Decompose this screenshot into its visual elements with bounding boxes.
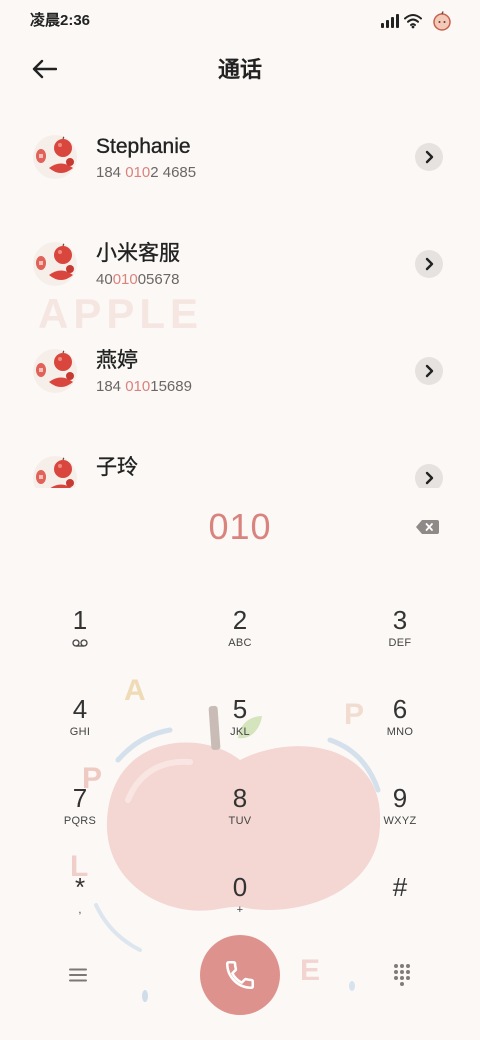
key-letters: GHI xyxy=(69,726,91,738)
key-letters: JKL xyxy=(230,726,250,738)
contact-row[interactable]: Stephanie 184 0102 4685 xyxy=(0,104,480,211)
contact-detail-button[interactable] xyxy=(415,250,443,278)
chevron-right-icon xyxy=(425,257,434,271)
avatar xyxy=(33,349,77,393)
key-6[interactable]: 6 MNO xyxy=(320,679,480,768)
avatar xyxy=(33,242,77,286)
avatar xyxy=(33,135,77,179)
number-match: 010 xyxy=(125,378,151,395)
key-digit: # xyxy=(392,872,408,902)
key-digit: 9 xyxy=(392,783,408,813)
key-hash[interactable]: # xyxy=(320,857,480,946)
dialed-number: 010 xyxy=(208,506,272,547)
number-prefix: 184 xyxy=(96,378,126,395)
key-3[interactable]: 3 DEF xyxy=(320,590,480,679)
number-match: 010 xyxy=(112,271,138,288)
key-digit: * xyxy=(74,872,86,902)
key-letters: MNO xyxy=(386,726,414,738)
key-1[interactable]: 1 xyxy=(0,590,160,679)
key-letters: ABC xyxy=(228,637,252,649)
contact-number: 4001005678 xyxy=(96,271,179,289)
contact-row[interactable]: 小米客服 4001005678 xyxy=(0,211,480,318)
voicemail-icon xyxy=(72,638,88,647)
key-digit: 5 xyxy=(232,694,248,724)
key-5[interactable]: 5 JKL xyxy=(160,679,320,768)
number-suffix: 2 4685 xyxy=(150,164,197,181)
key-digit: 8 xyxy=(232,783,248,813)
number-prefix: 40 xyxy=(96,271,113,288)
page-title: 通话 xyxy=(217,57,262,82)
key-digit: 1 xyxy=(72,605,88,635)
key-0[interactable]: 0 + xyxy=(160,857,320,946)
contact-detail-button[interactable] xyxy=(415,464,443,488)
contact-number: 184 01015689 xyxy=(96,378,192,396)
contact-number: 184 0102 4685 xyxy=(96,164,196,182)
chevron-right-icon xyxy=(425,364,434,378)
key-letters: PQRS xyxy=(63,815,97,827)
contact-detail-button[interactable] xyxy=(415,143,443,171)
avatar xyxy=(33,456,77,488)
key-letters: DEF xyxy=(388,637,412,649)
contact-name: 燕婷 xyxy=(96,349,138,372)
key-letters: , xyxy=(78,904,82,916)
key-letters: + xyxy=(236,904,244,916)
dialpad-icon xyxy=(394,964,410,986)
contact-match-list[interactable]: Stephanie 184 0102 4685 小米客服 4001005678 xyxy=(0,104,480,488)
key-digit: 0 xyxy=(232,872,248,902)
contact-name: 小米客服 xyxy=(96,242,180,265)
dialpad-toggle-button[interactable] xyxy=(390,962,414,988)
key-8[interactable]: 8 TUV xyxy=(160,768,320,857)
key-digit: 6 xyxy=(392,694,408,724)
key-star[interactable]: * , xyxy=(0,857,160,946)
contact-row[interactable]: 燕婷 184 01015689 xyxy=(0,318,480,425)
key-digit: 3 xyxy=(392,605,408,635)
key-digit: 2 xyxy=(232,605,248,635)
call-button[interactable] xyxy=(200,935,280,1015)
contact-detail-button[interactable] xyxy=(415,357,443,385)
wifi-icon xyxy=(404,14,422,29)
key-2[interactable]: 2 ABC xyxy=(160,590,320,679)
key-7[interactable]: 7 PQRS xyxy=(0,768,160,857)
key-4[interactable]: 4 GHI xyxy=(0,679,160,768)
dialpad: 1 2 ABC 3 DEF 4 GHI 5 JKL 6 MNO 7 PQRS 8… xyxy=(0,590,480,946)
menu-button[interactable] xyxy=(66,963,90,987)
contact-name: Stephanie xyxy=(96,135,191,158)
key-letters: WXYZ xyxy=(383,815,417,827)
key-letters: TUV xyxy=(228,815,252,827)
status-time: 凌晨2:36 xyxy=(30,12,91,29)
phone-icon xyxy=(225,960,255,990)
contact-name: 子玲 xyxy=(96,456,138,479)
number-suffix: 15689 xyxy=(150,378,192,395)
number-suffix: 05678 xyxy=(137,271,180,288)
signal-icon xyxy=(381,14,399,28)
backspace-icon xyxy=(416,520,439,534)
menu-icon xyxy=(69,968,87,982)
chevron-right-icon xyxy=(425,471,434,485)
number-match: 010 xyxy=(125,164,151,181)
contact-row[interactable]: 子玲 xyxy=(0,425,480,488)
backspace-button[interactable] xyxy=(415,519,439,535)
wallpaper-letter-e: E xyxy=(300,954,320,987)
apple-icon xyxy=(433,11,451,31)
key-9[interactable]: 9 WXYZ xyxy=(320,768,480,857)
number-prefix: 184 xyxy=(96,164,126,181)
key-digit: 4 xyxy=(72,694,88,724)
key-digit: 7 xyxy=(72,783,88,813)
chevron-right-icon xyxy=(425,150,434,164)
